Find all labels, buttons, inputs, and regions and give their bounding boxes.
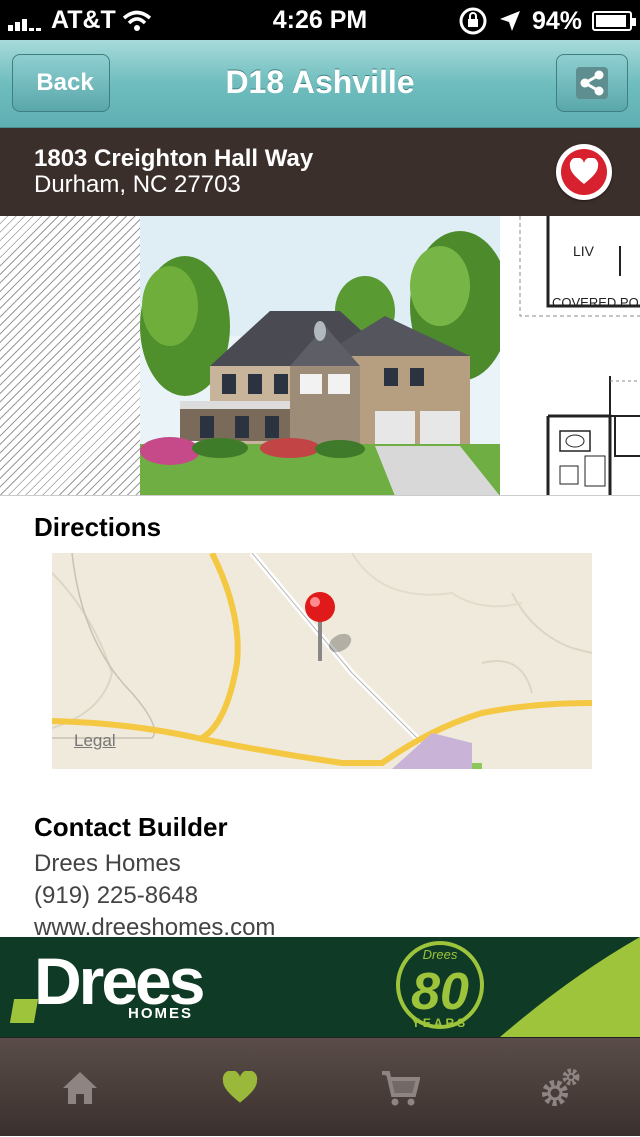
status-right: 94% <box>458 6 636 36</box>
navigation-bar: Back D18 Ashville <box>0 40 640 128</box>
image-gallery[interactable]: LIV COVERED PO <box>0 216 640 496</box>
badge-number: 80 <box>411 963 469 1021</box>
location-icon <box>499 11 520 31</box>
battery-percent: 94% <box>531 6 582 35</box>
gallery-placeholder <box>0 216 140 495</box>
tab-favorites[interactable] <box>160 1038 320 1137</box>
banner-sub: HOMES <box>128 1005 194 1022</box>
favorite-button[interactable] <box>556 144 612 200</box>
contact-heading: Contact Builder <box>34 812 228 842</box>
map-pin-icon[interactable] <box>302 591 362 667</box>
cart-icon <box>382 1070 420 1105</box>
heart-icon <box>222 1070 258 1103</box>
gear-icon <box>542 1068 580 1106</box>
builder-name: Drees Homes <box>34 850 181 877</box>
floorplan-image[interactable]: LIV COVERED PO <box>500 216 640 496</box>
house-rendering-image[interactable] <box>140 216 500 496</box>
floorplan-label-liv: LIV <box>573 243 595 259</box>
city-state-zip: Durham, NC 27703 <box>34 171 241 198</box>
battery-fill <box>596 15 627 27</box>
rotation-lock-icon <box>459 7 487 35</box>
status-bar: AT&T 4:26 PM 94% <box>0 0 640 40</box>
badge-top: Drees <box>423 947 458 962</box>
battery-icon <box>592 11 636 31</box>
drees-banner-ad[interactable]: Drees HOMES Drees 80 YEARS <box>0 937 640 1037</box>
badge-bottom: YEARS <box>412 1016 468 1030</box>
address-header: 1803 Creighton Hall Way Durham, NC 27703 <box>0 128 640 216</box>
tab-settings[interactable] <box>480 1038 640 1137</box>
map-view[interactable]: Legal <box>52 553 592 769</box>
builder-phone-link[interactable]: (919) 225-8648 <box>34 882 198 910</box>
street-address: 1803 Creighton Hall Way <box>34 145 314 172</box>
directions-heading: Directions <box>34 512 162 542</box>
page-title: D18 Ashville <box>225 64 415 100</box>
banner-80-years-badge: Drees 80 YEARS <box>396 937 640 1037</box>
home-icon <box>63 1071 97 1104</box>
floorplan-label-covered-porch: COVERED PO <box>552 295 639 310</box>
heart-icon <box>569 158 599 184</box>
share-icon <box>576 67 608 99</box>
tab-home[interactable] <box>0 1038 160 1137</box>
tab-cart[interactable] <box>320 1038 480 1137</box>
share-button[interactable] <box>556 54 628 112</box>
map-legal-link[interactable]: Legal <box>74 731 116 751</box>
tab-bar <box>0 1037 640 1136</box>
